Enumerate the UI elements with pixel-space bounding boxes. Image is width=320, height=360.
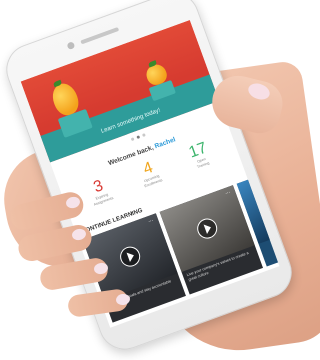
front-camera — [66, 41, 76, 51]
carousel-dot-active[interactable] — [136, 135, 141, 140]
stat-open[interactable]: 17 Open Training — [174, 136, 226, 175]
user-name: Rachel — [153, 136, 177, 151]
stat-upcoming[interactable]: 4 Upcoming Enrollments — [124, 154, 176, 193]
carousel-dot[interactable] — [141, 133, 146, 137]
carousel-dot[interactable] — [130, 137, 135, 142]
smartphone: Learn something today! Welcome back, Rac… — [0, 0, 299, 357]
carousel-dots[interactable] — [130, 133, 146, 142]
earpiece-speaker — [80, 26, 120, 45]
hero-banner[interactable]: Learn something today! — [20, 19, 220, 163]
